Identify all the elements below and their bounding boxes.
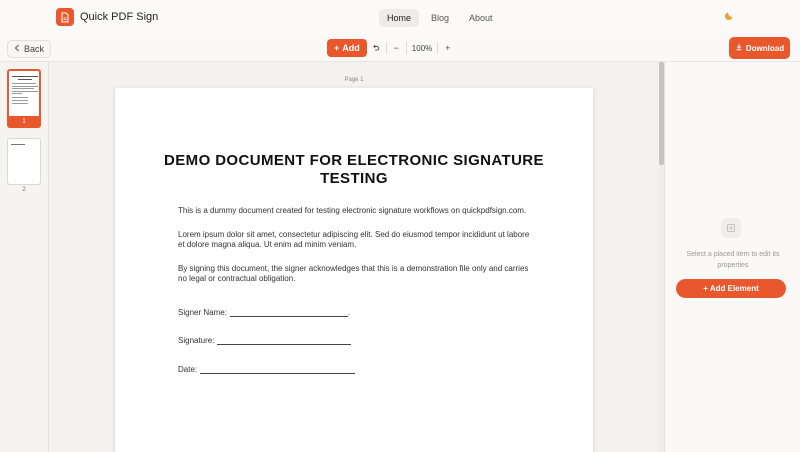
- properties-empty-message: Select a placed item to edit its propert…: [686, 251, 780, 269]
- download-label: Download: [745, 43, 785, 53]
- download-button[interactable]: Download: [729, 37, 790, 59]
- back-label: Back: [24, 44, 45, 54]
- download-icon: [735, 43, 743, 53]
- document-canvas[interactable]: Page 1 DEMO DOCUMENT FOR ELECTRONIC SIGN…: [49, 62, 659, 452]
- page-number: 1: [7, 116, 41, 128]
- add-label: Add: [342, 43, 360, 53]
- placeholder-icon: [721, 218, 741, 238]
- chevron-left-icon: [14, 44, 20, 54]
- back-button[interactable]: Back: [7, 40, 52, 58]
- page-thumbnails: 1 2: [0, 62, 49, 452]
- field-trail: .: [347, 308, 351, 317]
- page-thumbnail-1[interactable]: 1: [7, 69, 41, 128]
- zoom-level: 100%: [411, 43, 433, 53]
- plus-icon: +: [334, 43, 340, 53]
- moon-icon[interactable]: [724, 10, 735, 23]
- field-label: Signature:: [178, 336, 215, 345]
- undo-icon: [372, 43, 380, 53]
- properties-panel: Select a placed item to edit its propert…: [664, 62, 800, 452]
- field-label: Signer Name:: [178, 308, 227, 317]
- document-paragraph: By signing this document, the signer ack…: [178, 264, 529, 283]
- page-label: Page 1: [344, 77, 364, 83]
- undo-button[interactable]: [367, 39, 386, 57]
- date-field: Date:: [178, 365, 356, 374]
- nav-link-home[interactable]: Home: [379, 9, 420, 27]
- document-title: DEMO DOCUMENT FOR ELECTRONIC SIGNATURE T…: [164, 152, 544, 187]
- document-icon[interactable]: [56, 8, 74, 26]
- nav-links: Home Blog About: [379, 9, 501, 27]
- blank-line: [229, 309, 348, 317]
- zoom-in-button[interactable]: +: [438, 39, 457, 57]
- thumbnail-preview: [7, 138, 41, 185]
- field-label: Date:: [178, 365, 198, 374]
- thumbnail-preview: [7, 69, 41, 116]
- top-nav: Quick PDF Sign Home Blog About: [0, 0, 800, 36]
- minus-icon: −: [393, 43, 399, 53]
- pdf-page[interactable]: DEMO DOCUMENT FOR ELECTRONIC SIGNATURE T…: [115, 88, 593, 452]
- blank-line: [217, 337, 352, 345]
- page-thumbnail-2[interactable]: 2: [7, 138, 41, 193]
- zoom-out-button[interactable]: −: [387, 39, 406, 57]
- editor-toolbar: Back + Add − 100% + Download: [0, 36, 800, 62]
- edit-tools: + Add − 100% +: [327, 39, 457, 57]
- document-paragraph: This is a dummy document created for tes…: [178, 206, 527, 215]
- add-element-button[interactable]: + Add Element: [676, 279, 786, 298]
- add-button[interactable]: + Add: [327, 39, 367, 57]
- document-paragraph: Lorem ipsum dolor sit amet, consectetur …: [178, 230, 530, 249]
- blank-line: [200, 366, 356, 374]
- nav-link-blog[interactable]: Blog: [423, 9, 457, 27]
- signature-field: Signature:: [178, 336, 352, 345]
- nav-link-about[interactable]: About: [461, 9, 501, 27]
- plus-icon: +: [445, 43, 451, 53]
- app-title[interactable]: Quick PDF Sign: [80, 11, 158, 23]
- page-number: 2: [22, 187, 26, 193]
- signer-name-field: Signer Name:.: [178, 308, 350, 317]
